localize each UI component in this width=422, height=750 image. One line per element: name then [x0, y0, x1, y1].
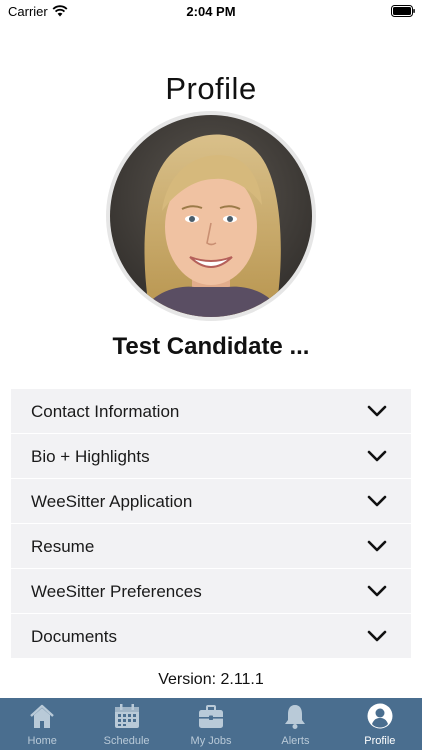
- tab-alerts[interactable]: Alerts: [253, 698, 337, 750]
- section-bio-highlights[interactable]: Bio + Highlights: [11, 434, 411, 479]
- section-contact-information[interactable]: Contact Information: [11, 389, 411, 434]
- chevron-down-icon: [367, 405, 387, 417]
- chevron-down-icon: [367, 450, 387, 462]
- tab-my-jobs[interactable]: My Jobs: [169, 698, 253, 750]
- tab-label: Alerts: [281, 735, 310, 747]
- tab-label: Profile: [364, 735, 396, 747]
- status-time: 2:04 PM: [186, 4, 236, 19]
- calendar-icon: [114, 704, 139, 728]
- chevron-down-icon: [367, 540, 387, 552]
- section-weesitter-application[interactable]: WeeSitter Application: [11, 479, 411, 524]
- briefcase-icon: [199, 705, 224, 728]
- chevron-down-icon: [367, 585, 387, 597]
- section-weesitter-preferences[interactable]: WeeSitter Preferences: [11, 569, 411, 614]
- chevron-down-icon: [367, 495, 387, 507]
- bell-icon: [285, 705, 306, 729]
- section-label: Bio + Highlights: [31, 447, 150, 466]
- tab-label: Schedule: [103, 735, 150, 747]
- avatar[interactable]: [106, 111, 316, 321]
- section-documents[interactable]: Documents: [11, 614, 411, 659]
- page-title: Profile: [165, 71, 257, 106]
- section-label: Documents: [31, 627, 117, 646]
- tab-profile[interactable]: Profile: [338, 698, 422, 750]
- section-label: Resume: [31, 537, 95, 556]
- home-icon: [30, 704, 55, 728]
- tab-label: Home: [27, 735, 57, 747]
- avatar-photo: [110, 115, 312, 317]
- section-label: WeeSitter Preferences: [31, 582, 202, 601]
- tab-schedule[interactable]: Schedule: [84, 698, 168, 750]
- tab-bar: Home Schedule My Jobs Alerts Profile: [0, 698, 422, 750]
- section-label: WeeSitter Application: [31, 492, 193, 511]
- section-resume[interactable]: Resume: [11, 524, 411, 569]
- profile-sections: Contact Information Bio + Highlights Wee…: [11, 389, 411, 659]
- user-circle-icon: [367, 703, 393, 729]
- battery-icon: [391, 5, 415, 17]
- status-bar: Carrier 2:04 PM: [0, 0, 422, 24]
- tab-home[interactable]: Home: [0, 698, 84, 750]
- chevron-down-icon: [367, 630, 387, 642]
- candidate-name: Test Candidate ...: [112, 333, 310, 360]
- section-label: Contact Information: [31, 402, 180, 421]
- app-version: Version: 2.11.1: [158, 671, 264, 688]
- tab-label: My Jobs: [190, 735, 232, 747]
